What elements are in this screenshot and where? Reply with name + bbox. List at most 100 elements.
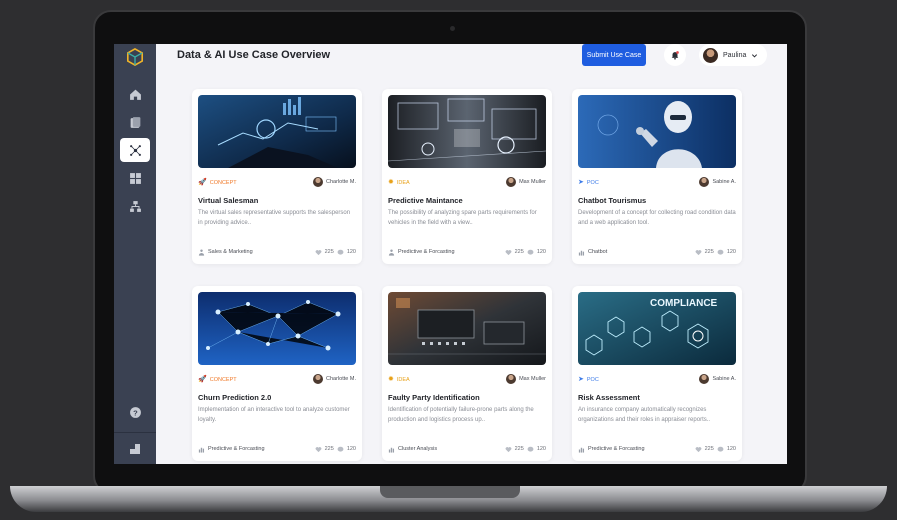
category-label: Sales & Marketing xyxy=(198,249,315,256)
people-icon xyxy=(198,249,205,256)
sidebar-item-use-cases[interactable] xyxy=(120,138,150,162)
card-image xyxy=(198,95,356,168)
comment-icon[interactable] xyxy=(717,446,724,453)
user-menu[interactable]: Paulina xyxy=(699,44,767,66)
comment-icon[interactable] xyxy=(527,446,534,453)
heart-icon[interactable] xyxy=(315,249,322,256)
card-description: Implementation of an interactive tool to… xyxy=(198,407,350,423)
use-case-card[interactable]: ✹ IDEA Max Muller Predictive Maintance T… xyxy=(382,89,552,264)
notifications-button[interactable] xyxy=(664,44,686,66)
card-title: Chatbot Tourismus xyxy=(578,196,647,205)
help-icon: ? xyxy=(129,406,141,418)
card-description: Identification of potentially failure-pr… xyxy=(388,407,534,423)
comment-icon[interactable] xyxy=(337,446,344,453)
card-title: Risk Assessment xyxy=(578,393,640,402)
laptop-notch xyxy=(380,486,520,498)
app-screen: ? Data & AI Use Case Overview Submit Use… xyxy=(114,44,787,464)
sidebar-item-organization[interactable] xyxy=(120,194,150,218)
category-label: Predictive & Forcasting xyxy=(578,446,695,453)
network-icon xyxy=(129,144,141,156)
card-footer: Cluster Analysis 225 120 xyxy=(388,444,546,454)
card-title: Churn Prediction 2.0 xyxy=(198,393,272,402)
heart-icon[interactable] xyxy=(505,249,512,256)
author: Max Muller xyxy=(506,374,546,384)
author: Sabine A. xyxy=(699,177,736,187)
people-icon xyxy=(388,249,395,256)
submit-use-case-button[interactable]: Submit Use Case xyxy=(582,44,646,66)
card-title: Predictive Maintance xyxy=(388,196,463,205)
card-footer: Predictive & Forcasting 225 120 xyxy=(578,444,736,454)
comment-count: 120 xyxy=(536,446,546,452)
avatar xyxy=(703,47,718,63)
sidebar-item-library[interactable] xyxy=(120,110,150,134)
category-label: Predictive & Forcasting xyxy=(198,446,315,453)
heart-icon[interactable] xyxy=(505,446,512,453)
card-footer: Sales & Marketing 225 120 xyxy=(198,247,356,257)
top-bar: Data & AI Use Case Overview Submit Use C… xyxy=(156,44,787,68)
comment-count: 120 xyxy=(346,249,356,255)
comment-icon[interactable] xyxy=(337,249,344,256)
card-stats: 225 120 xyxy=(505,249,546,256)
card-image xyxy=(578,95,736,168)
card-stats: 225 120 xyxy=(695,446,736,453)
card-description: The virtual sales representative support… xyxy=(198,210,351,226)
card-footer: Predictive & Forcasting 225 120 xyxy=(388,247,546,257)
cube-logo-icon[interactable] xyxy=(126,48,144,66)
avatar xyxy=(506,177,517,187)
like-count: 225 xyxy=(324,249,334,255)
bell-icon xyxy=(671,51,679,60)
sidebar-footer xyxy=(114,432,156,464)
avatar xyxy=(699,177,710,187)
card-image xyxy=(198,292,356,365)
page-title: Data & AI Use Case Overview xyxy=(177,49,331,61)
chart-icon xyxy=(578,447,585,453)
comment-count: 120 xyxy=(346,446,356,452)
chart-icon xyxy=(388,447,395,453)
card-stats: 225 120 xyxy=(315,249,356,256)
bulb-icon: ✹ xyxy=(388,376,394,383)
comment-count: 120 xyxy=(726,446,736,452)
category-label: Predictive & Forcasting xyxy=(388,249,505,256)
heart-icon[interactable] xyxy=(315,446,322,453)
svg-text:?: ? xyxy=(133,408,138,417)
card-stats: 225 120 xyxy=(505,446,546,453)
comment-icon[interactable] xyxy=(717,249,724,256)
dashboard-icon xyxy=(129,172,141,184)
chart-icon xyxy=(578,250,585,256)
card-title: Faulty Party Identification xyxy=(388,393,480,402)
sidebar-item-dashboard[interactable] xyxy=(120,166,150,190)
use-case-card[interactable]: COMPLIANCE ➤ POC Sabine A. Risk Assessme… xyxy=(572,286,742,461)
comment-count: 120 xyxy=(726,249,736,255)
use-case-card[interactable]: 🚀 CONCEPT Charlotte M. Churn Prediction … xyxy=(192,286,362,461)
like-count: 225 xyxy=(704,446,714,452)
sidebar-item-home[interactable] xyxy=(120,82,150,106)
layout-icon[interactable] xyxy=(129,443,141,455)
category-label: Cluster Analysis xyxy=(388,446,505,453)
heart-icon[interactable] xyxy=(695,249,702,256)
author: Charlotte M. xyxy=(313,177,356,187)
hierarchy-icon xyxy=(129,200,141,212)
use-case-card[interactable]: ➤ POC Sabine A. Chatbot Tourismus Develo… xyxy=(572,89,742,264)
comment-count: 120 xyxy=(536,249,546,255)
card-description: Development of a concept for collecting … xyxy=(578,210,736,226)
use-case-card[interactable]: ✹ IDEA Max Muller Faulty Party Identific… xyxy=(382,286,552,461)
status-badge: ➤ POC xyxy=(578,376,599,383)
rocket-icon: 🚀 xyxy=(198,376,207,383)
sidebar-item-help[interactable]: ? xyxy=(120,400,150,424)
use-case-card[interactable]: 🚀 CONCEPT Charlotte M. Virtual Salesman … xyxy=(192,89,362,264)
card-title: Virtual Salesman xyxy=(198,196,259,205)
sidebar: ? xyxy=(114,44,156,464)
bulb-icon: ✹ xyxy=(388,179,394,186)
avatar xyxy=(506,374,517,384)
chart-icon xyxy=(198,447,205,453)
heart-icon[interactable] xyxy=(695,446,702,453)
like-count: 225 xyxy=(514,249,524,255)
comment-icon[interactable] xyxy=(527,249,534,256)
card-stats: 225 120 xyxy=(695,249,736,256)
card-image: COMPLIANCE xyxy=(578,292,736,365)
status-badge: 🚀 CONCEPT xyxy=(198,376,237,383)
card-footer: Chatbot 225 120 xyxy=(578,247,736,257)
avatar xyxy=(313,177,324,187)
card-stats: 225 120 xyxy=(315,446,356,453)
user-name: Paulina xyxy=(723,51,747,59)
